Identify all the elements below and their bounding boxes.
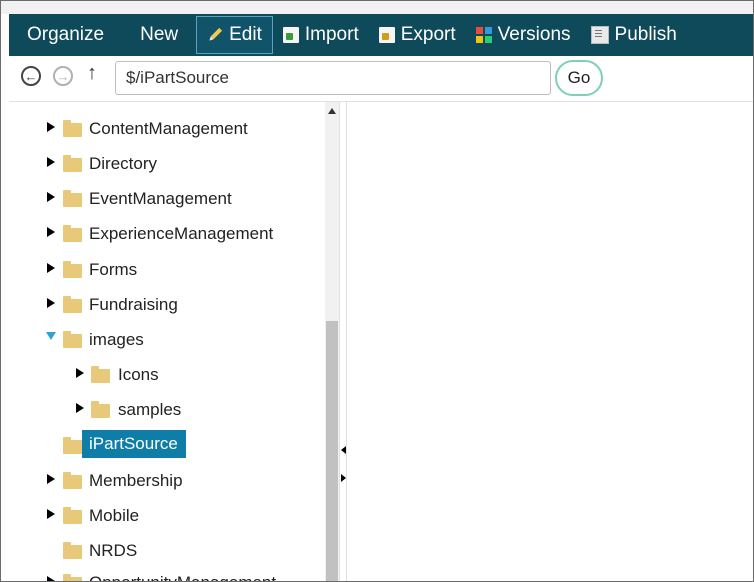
tree-item[interactable]: Mobile: [9, 501, 325, 531]
tree-item-label: Membership: [89, 471, 183, 490]
folder-icon: [63, 261, 82, 278]
publish-label: Publish: [614, 24, 677, 45]
tree-item-label: ContentManagement: [89, 119, 248, 138]
up-arrow-icon: ↑: [87, 62, 97, 84]
versions-button[interactable]: Versions: [466, 16, 581, 54]
go-button[interactable]: Go: [555, 60, 603, 96]
tree-item-label: EventManagement: [89, 189, 232, 208]
edit-button[interactable]: Edit: [196, 16, 273, 54]
expand-arrow-icon[interactable]: [76, 368, 84, 378]
forward-arrow-icon: →: [56, 68, 70, 84]
tree-item-selected[interactable]: iPartSource: [9, 428, 325, 464]
collapse-left-icon[interactable]: [341, 446, 346, 454]
tree-item[interactable]: OpportunityManagement: [9, 568, 325, 581]
tree-item-label: Icons: [118, 365, 159, 384]
tree-item[interactable]: Membership: [9, 466, 325, 496]
export-button[interactable]: Export: [369, 16, 466, 54]
new-label: New: [140, 24, 179, 45]
expand-arrow-icon[interactable]: [47, 474, 55, 484]
publish-button[interactable]: Publish: [581, 16, 687, 54]
back-arrow-icon: ←: [24, 68, 38, 84]
tree-item-label: ExperienceManagement: [89, 224, 274, 243]
folder-icon: [63, 190, 82, 207]
import-label: Import: [304, 24, 359, 45]
folder-icon: [63, 542, 82, 559]
folder-icon: [63, 120, 82, 137]
tree-item-label: Directory: [89, 154, 158, 173]
folder-icon: [91, 401, 110, 418]
content-explorer-window: Organize New Edit Import Export Versions: [0, 0, 754, 582]
tree-item[interactable]: Fundraising: [9, 290, 325, 320]
export-label: Export: [400, 24, 456, 45]
folder-icon: [63, 437, 82, 454]
top-strip: [1, 1, 753, 14]
pencil-icon: [204, 24, 227, 47]
tree-item-label: images: [89, 330, 144, 349]
folder-tree: ContentManagement Directory EventManagem…: [9, 102, 325, 581]
tree-item[interactable]: Icons: [9, 360, 325, 390]
publish-icon: [590, 26, 609, 44]
path-input[interactable]: [115, 61, 551, 95]
expand-arrow-icon[interactable]: [47, 192, 55, 202]
expand-arrow-icon[interactable]: [47, 298, 55, 308]
content-pane: [347, 102, 753, 581]
folder-icon: [63, 472, 82, 489]
tree-item[interactable]: Forms: [9, 255, 325, 285]
import-icon: [282, 27, 299, 43]
expand-arrow-icon[interactable]: [47, 576, 55, 581]
tree-item[interactable]: ExperienceManagement: [9, 219, 325, 249]
tree-item[interactable]: images: [9, 325, 325, 355]
tree-item-label: NRDS: [89, 541, 138, 560]
expand-arrow-icon[interactable]: [76, 403, 84, 413]
folder-icon: [63, 296, 82, 313]
versions-icon: [475, 27, 492, 43]
go-label: Go: [567, 68, 591, 87]
pane-splitter[interactable]: [339, 102, 347, 581]
tree-item-label: Forms: [89, 260, 138, 279]
scroll-thumb[interactable]: [326, 321, 338, 581]
tree-item[interactable]: EventManagement: [9, 184, 325, 214]
address-bar: ← → ↑ Go: [9, 56, 753, 102]
tree-item-label: samples: [118, 400, 182, 419]
collapse-arrow-icon[interactable]: [46, 332, 56, 340]
export-icon: [378, 27, 395, 43]
organize-label: Organize: [27, 24, 105, 45]
folder-icon: [91, 366, 110, 383]
expand-arrow-icon[interactable]: [47, 263, 55, 273]
expand-arrow-icon[interactable]: [47, 227, 55, 237]
back-button[interactable]: ←: [21, 66, 41, 86]
tree-item[interactable]: NRDS: [9, 536, 325, 566]
tree-item-label: iPartSource: [82, 430, 186, 458]
folder-icon: [63, 155, 82, 172]
versions-label: Versions: [497, 24, 571, 45]
expand-arrow-icon[interactable]: [47, 509, 55, 519]
expand-arrow-icon[interactable]: [47, 157, 55, 167]
tree-item-label: Fundraising: [89, 295, 178, 314]
organize-button[interactable]: Organize: [9, 16, 130, 54]
tree-scrollbar[interactable]: [325, 102, 339, 581]
tree-item[interactable]: samples: [9, 395, 325, 425]
new-button[interactable]: New: [130, 16, 196, 54]
folder-icon: [63, 574, 82, 581]
expand-right-icon[interactable]: [341, 474, 346, 482]
folder-icon: [63, 225, 82, 242]
folder-icon: [63, 331, 82, 348]
expand-arrow-icon[interactable]: [47, 122, 55, 132]
folder-icon: [63, 507, 82, 524]
toolbar: Organize New Edit Import Export Versions: [9, 14, 753, 56]
tree-item[interactable]: Directory: [9, 149, 325, 179]
import-button[interactable]: Import: [273, 16, 369, 54]
tree-item-label: Mobile: [89, 506, 140, 525]
tree-item[interactable]: ContentManagement: [9, 114, 325, 144]
forward-button[interactable]: →: [53, 66, 73, 86]
scroll-up-arrow-icon[interactable]: [328, 108, 336, 114]
up-button[interactable]: ↑: [87, 62, 97, 85]
edit-label: Edit: [229, 24, 262, 45]
tree-item-label: OpportunityManagement: [89, 573, 276, 581]
